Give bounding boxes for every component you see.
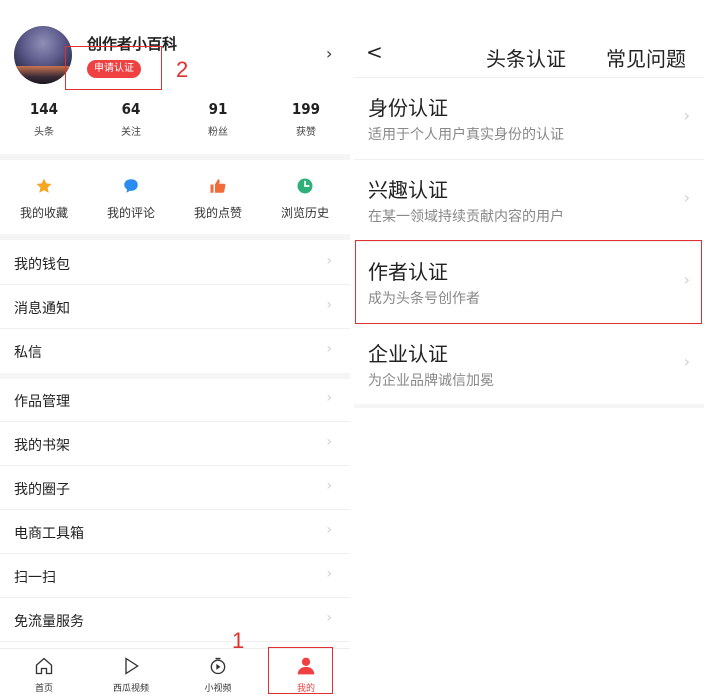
menu-label: 扫一扫 — [14, 570, 56, 586]
menu-label: 我的书架 — [14, 438, 70, 454]
menu-label: 私信 — [14, 345, 42, 361]
quick-likes[interactable]: 我的点赞 — [178, 176, 258, 221]
cert-title: 身份认证 — [368, 96, 448, 120]
star-icon — [34, 176, 54, 196]
chevron-right-icon: › — [326, 522, 332, 538]
stat-label: 粉丝 — [208, 127, 228, 138]
menu-item-scan[interactable]: 扫一扫 › — [0, 554, 350, 598]
quick-label: 我的评论 — [106, 206, 155, 220]
tab-home[interactable]: 首页 — [14, 655, 74, 694]
annotation-box-tab — [268, 647, 333, 694]
chevron-right-icon: › — [326, 610, 332, 626]
cert-item-enterprise[interactable]: 企业认证 为企业品牌诚信加冕 › — [354, 324, 704, 406]
chevron-right-icon[interactable]: › — [326, 44, 332, 63]
stat-following[interactable]: 64 关注 — [101, 100, 161, 138]
stat-value: 144 — [29, 100, 59, 118]
tab-label: 首页 — [34, 684, 53, 694]
menu-item-notifications[interactable]: 消息通知 › — [0, 285, 350, 329]
chevron-right-icon: › — [326, 478, 332, 494]
menu-item-ecommerce[interactable]: 电商工具箱 › — [0, 510, 350, 554]
menu-label: 我的钱包 — [14, 257, 70, 273]
stat-value: 199 — [291, 100, 321, 118]
cert-subtitle: 适用于个人用户真实身份的认证 — [368, 127, 564, 143]
profile-panel: 创作者小百科 申请认证 › 2 144 头条 64 关注 91 粉丝 199 获… — [0, 0, 350, 698]
page-title: 头条认证 — [486, 47, 566, 71]
annotation-box-badge — [65, 46, 162, 90]
stat-posts[interactable]: 144 头条 — [14, 100, 74, 138]
stat-value: 64 — [121, 100, 141, 118]
chevron-right-icon: › — [326, 390, 332, 406]
menu-group-account: 我的钱包 › 消息通知 › 私信 › — [0, 241, 350, 373]
menu-item-messages[interactable]: 私信 › — [0, 329, 350, 373]
quick-label: 浏览历史 — [280, 206, 329, 220]
tab-short-video[interactable]: 小视频 — [188, 655, 248, 694]
back-icon[interactable]: < — [366, 40, 383, 64]
stat-value: 91 — [208, 100, 228, 118]
profile-header[interactable]: 创作者小百科 申请认证 › — [0, 0, 350, 96]
tab-label: 西瓜视频 — [112, 684, 149, 694]
chevron-right-icon: › — [326, 434, 332, 450]
chevron-right-icon: › — [326, 566, 332, 582]
chevron-right-icon: › — [683, 188, 690, 207]
cert-item-identity[interactable]: 身份认证 适用于个人用户真实身份的认证 › — [354, 78, 704, 160]
menu-item-wallet[interactable]: 我的钱包 › — [0, 241, 350, 285]
chevron-right-icon: › — [326, 341, 332, 357]
quick-label: 我的点赞 — [193, 206, 242, 220]
stats-row: 144 头条 64 关注 91 粉丝 199 获赞 — [0, 100, 350, 150]
short-video-icon — [188, 655, 248, 677]
stat-label: 头条 — [34, 127, 54, 138]
stat-label: 关注 — [121, 127, 141, 138]
stat-label: 获赞 — [296, 127, 316, 138]
annotation-number-2: 2 — [176, 57, 189, 82]
cert-subtitle: 为企业品牌诚信加冕 — [368, 373, 494, 389]
menu-label: 消息通知 — [14, 301, 70, 317]
faq-link[interactable]: 常见问题 — [606, 43, 686, 72]
divider — [0, 154, 350, 160]
quick-label: 我的收藏 — [19, 206, 68, 220]
divider — [0, 234, 350, 240]
chevron-right-icon: › — [326, 297, 332, 313]
nav-header: < 头条认证 常见问题 — [354, 0, 704, 78]
divider — [354, 404, 704, 408]
menu-item-bookshelf[interactable]: 我的书架 › — [0, 422, 350, 466]
quick-favorites[interactable]: 我的收藏 — [4, 176, 84, 221]
chevron-right-icon: › — [683, 352, 690, 371]
menu-item-works[interactable]: 作品管理 › — [0, 378, 350, 422]
cert-title: 企业认证 — [368, 342, 448, 366]
home-icon — [14, 655, 74, 677]
menu-group-tools: 作品管理 › 我的书架 › 我的圈子 › 电商工具箱 › 扫一扫 › 免流量服务… — [0, 378, 350, 642]
menu-label: 我的圈子 — [14, 482, 70, 498]
menu-item-free-data[interactable]: 免流量服务 › — [0, 598, 350, 642]
stat-followers[interactable]: 91 粉丝 — [188, 100, 248, 138]
tab-xigua-video[interactable]: 西瓜视频 — [101, 655, 161, 694]
menu-item-circles[interactable]: 我的圈子 › — [0, 466, 350, 510]
play-icon — [101, 655, 161, 677]
quick-comments[interactable]: 我的评论 — [91, 176, 171, 221]
chevron-right-icon: › — [683, 106, 690, 125]
annotation-box-author — [355, 240, 702, 324]
menu-label: 作品管理 — [14, 394, 70, 410]
avatar[interactable] — [14, 26, 72, 84]
quick-history[interactable]: 浏览历史 — [265, 176, 345, 221]
menu-label: 电商工具箱 — [14, 526, 84, 542]
comment-icon — [121, 176, 141, 196]
menu-label: 免流量服务 — [14, 614, 84, 630]
cert-title: 兴趣认证 — [368, 178, 448, 202]
cert-subtitle: 在某一领域持续贡献内容的用户 — [368, 209, 564, 225]
chevron-right-icon: › — [326, 253, 332, 269]
quick-actions: 我的收藏 我的评论 我的点赞 浏览历史 — [0, 170, 350, 230]
certification-panel: < 头条认证 常见问题 身份认证 适用于个人用户真实身份的认证 › 兴趣认证 在… — [354, 0, 704, 698]
clock-icon — [295, 176, 315, 196]
tab-label: 小视频 — [204, 684, 232, 694]
thumbs-up-icon — [208, 176, 228, 196]
stat-likes[interactable]: 199 获赞 — [276, 100, 336, 138]
cert-item-interest[interactable]: 兴趣认证 在某一领域持续贡献内容的用户 › — [354, 160, 704, 242]
